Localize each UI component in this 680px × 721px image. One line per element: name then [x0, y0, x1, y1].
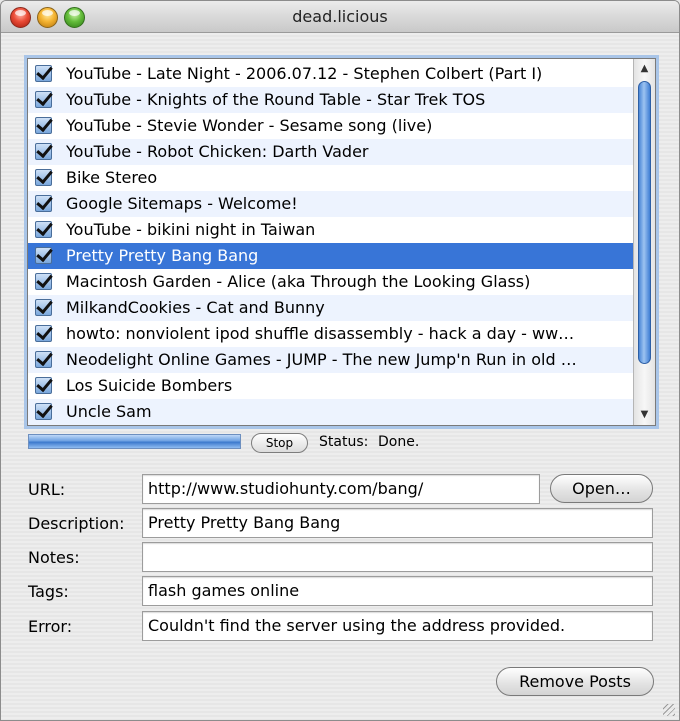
- list-item-label: YouTube - bikini night in Taiwan: [66, 220, 316, 239]
- list-item[interactable]: MilkandCookies - Cat and Bunny: [28, 295, 633, 321]
- list-item[interactable]: Los Suicide Bombers: [28, 373, 633, 399]
- error-label: Error:: [28, 617, 73, 636]
- vertical-scrollbar[interactable]: ▲ ▼: [633, 59, 655, 425]
- description-field[interactable]: Pretty Pretty Bang Bang: [142, 508, 653, 538]
- checkbox-checked-icon[interactable]: [35, 273, 52, 290]
- list-item[interactable]: Bike Stereo: [28, 165, 633, 191]
- arrow-down-icon[interactable]: ▼: [634, 405, 655, 425]
- list-item-label: YouTube - Robot Chicken: Darth Vader: [66, 142, 369, 161]
- status-label: Status:: [319, 434, 369, 450]
- list-item-label: YouTube - Stevie Wonder - Sesame song (l…: [66, 116, 433, 135]
- list-item[interactable]: Pretty Pretty Bang Bang: [28, 243, 633, 269]
- open-button[interactable]: Open…: [550, 474, 653, 503]
- list-item-label: YouTube - Knights of the Round Table - S…: [66, 90, 486, 109]
- checkbox-checked-icon[interactable]: [35, 377, 52, 394]
- window-title: dead.licious: [292, 7, 388, 26]
- tags-label: Tags:: [28, 582, 69, 601]
- checkbox-checked-icon[interactable]: [35, 247, 52, 264]
- checkbox-checked-icon[interactable]: [35, 65, 52, 82]
- posts-list-rows: YouTube - Late Night - 2006.07.12 - Step…: [28, 59, 633, 425]
- list-item-label: Neodelight Online Games - JUMP - The new…: [66, 350, 577, 369]
- checkbox-checked-icon[interactable]: [35, 299, 52, 316]
- tags-field[interactable]: flash games online: [142, 576, 653, 606]
- app-window: dead.licious YouTube - Late Night - 2006…: [0, 0, 680, 721]
- list-item[interactable]: howto: nonviolent ipod shuffle disassemb…: [28, 321, 633, 347]
- checkbox-checked-icon[interactable]: [35, 221, 52, 238]
- list-item-label: Los Suicide Bombers: [66, 376, 233, 395]
- list-item[interactable]: YouTube - bikini night in Taiwan: [28, 217, 633, 243]
- list-item-label: Uncle Sam: [66, 402, 152, 421]
- list-item[interactable]: Neodelight Online Games - JUMP - The new…: [28, 347, 633, 373]
- stop-button[interactable]: Stop: [251, 433, 308, 453]
- title-bar[interactable]: dead.licious: [1, 1, 679, 33]
- list-item-label: howto: nonviolent ipod shuffle disassemb…: [66, 324, 575, 343]
- notes-field[interactable]: [142, 542, 653, 572]
- progress-bar: [28, 434, 241, 449]
- checkbox-checked-icon[interactable]: [35, 403, 52, 420]
- url-label: URL:: [28, 480, 66, 499]
- checkbox-checked-icon[interactable]: [35, 169, 52, 186]
- list-item[interactable]: Macintosh Garden - Alice (aka Through th…: [28, 269, 633, 295]
- checkbox-checked-icon[interactable]: [35, 325, 52, 342]
- list-item-label: Google Sitemaps - Welcome!: [66, 194, 298, 213]
- status-value: Done.: [378, 434, 420, 450]
- posts-list[interactable]: YouTube - Late Night - 2006.07.12 - Step…: [27, 58, 656, 426]
- list-item[interactable]: YouTube - Knights of the Round Table - S…: [28, 87, 633, 113]
- list-item[interactable]: Uncle Sam: [28, 399, 633, 425]
- list-item-label: Bike Stereo: [66, 168, 158, 187]
- remove-posts-button[interactable]: Remove Posts: [496, 667, 654, 696]
- list-item[interactable]: YouTube - Stevie Wonder - Sesame song (l…: [28, 113, 633, 139]
- checkbox-checked-icon[interactable]: [35, 195, 52, 212]
- checkbox-checked-icon[interactable]: [35, 143, 52, 160]
- list-item-label: YouTube - Late Night - 2006.07.12 - Step…: [66, 64, 543, 83]
- description-label: Description:: [28, 514, 125, 533]
- checkbox-checked-icon[interactable]: [35, 91, 52, 108]
- checkbox-checked-icon[interactable]: [35, 117, 52, 134]
- notes-label: Notes:: [28, 548, 80, 567]
- resize-grip-icon[interactable]: [663, 704, 675, 716]
- list-item-label: Macintosh Garden - Alice (aka Through th…: [66, 272, 531, 291]
- list-item[interactable]: Google Sitemaps - Welcome!: [28, 191, 633, 217]
- url-field[interactable]: http://www.studiohunty.com/bang/: [142, 474, 540, 504]
- list-item[interactable]: YouTube - Late Night - 2006.07.12 - Step…: [28, 61, 633, 87]
- error-field: Couldn't find the server using the addre…: [142, 611, 653, 641]
- scroll-thumb[interactable]: [638, 81, 651, 364]
- arrow-up-icon[interactable]: ▲: [634, 59, 655, 79]
- checkbox-checked-icon[interactable]: [35, 351, 52, 368]
- list-item-label: Pretty Pretty Bang Bang: [66, 246, 259, 265]
- list-item-label: MilkandCookies - Cat and Bunny: [66, 298, 325, 317]
- list-item[interactable]: YouTube - Robot Chicken: Darth Vader: [28, 139, 633, 165]
